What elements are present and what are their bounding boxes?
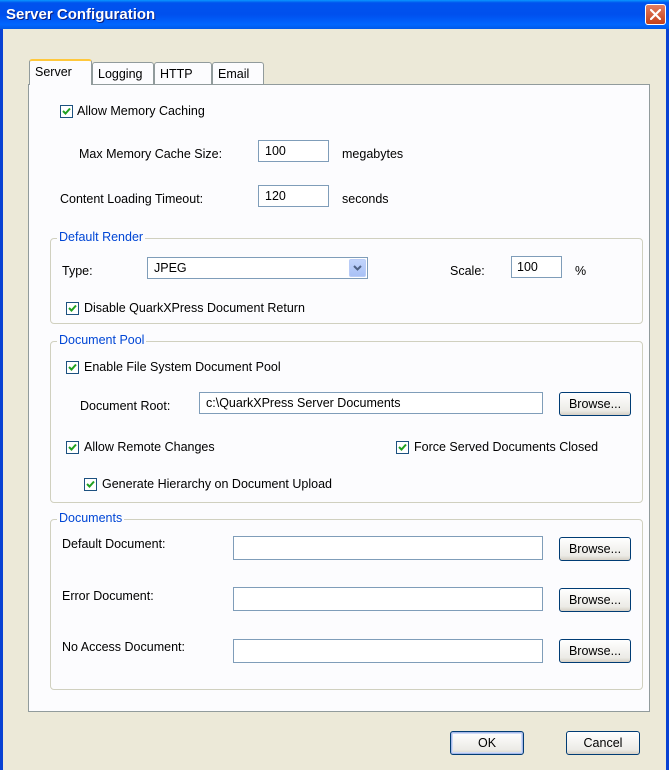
scale-unit: % bbox=[575, 264, 587, 278]
tab-server[interactable]: Server bbox=[29, 59, 92, 85]
allow-remote-changes-label: Allow Remote Changes bbox=[84, 440, 215, 454]
allow-memory-caching-label: Allow Memory Caching bbox=[77, 104, 205, 118]
error-document-label: Error Document: bbox=[62, 589, 154, 603]
no-access-document-input[interactable] bbox=[233, 639, 543, 663]
cancel-button[interactable]: Cancel bbox=[566, 731, 640, 755]
render-type-value: JPEG bbox=[154, 261, 187, 275]
checkmark-icon bbox=[68, 443, 77, 451]
default-render-legend: Default Render bbox=[57, 230, 146, 244]
scale-label: Scale: bbox=[450, 264, 485, 278]
checkmark-icon bbox=[68, 304, 77, 312]
checkmark-icon bbox=[398, 443, 407, 451]
documents-legend: Documents bbox=[57, 511, 125, 525]
no-access-document-browse-button[interactable]: Browse... bbox=[559, 639, 631, 663]
force-documents-closed-label: Force Served Documents Closed bbox=[414, 440, 599, 454]
allow-memory-caching-checkbox[interactable] bbox=[60, 105, 73, 118]
default-document-browse-button[interactable]: Browse... bbox=[559, 537, 631, 561]
render-type-select[interactable]: JPEG bbox=[147, 257, 368, 279]
error-document-browse-button[interactable]: Browse... bbox=[559, 588, 631, 612]
tab-email[interactable]: Email bbox=[212, 62, 264, 84]
content-loading-timeout-unit: seconds bbox=[342, 192, 389, 206]
documents-group: Documents Default Document: Browse... Er… bbox=[50, 511, 643, 690]
enable-document-pool-label: Enable File System Document Pool bbox=[84, 360, 281, 374]
document-root-browse-button[interactable]: Browse... bbox=[559, 392, 631, 416]
chevron-down-icon bbox=[353, 265, 362, 271]
scale-input[interactable]: 100 bbox=[511, 256, 562, 278]
generate-hierarchy-checkbox[interactable] bbox=[84, 478, 97, 491]
max-memory-cache-input[interactable]: 100 bbox=[258, 140, 329, 162]
server-configuration-dialog: Server Configuration Server Logging HTTP… bbox=[0, 0, 669, 770]
checkmark-icon bbox=[62, 107, 71, 115]
error-document-input[interactable] bbox=[233, 587, 543, 611]
checkmark-icon bbox=[68, 363, 77, 371]
default-document-label: Default Document: bbox=[62, 537, 166, 551]
close-button[interactable] bbox=[645, 4, 666, 25]
document-root-label: Document Root: bbox=[80, 399, 171, 413]
dropdown-arrow[interactable] bbox=[349, 259, 366, 277]
no-access-document-label: No Access Document: bbox=[62, 640, 185, 654]
max-memory-cache-label: Max Memory Cache Size: bbox=[79, 147, 223, 161]
default-document-input[interactable] bbox=[233, 536, 543, 560]
disable-document-return-label: Disable QuarkXPress Document Return bbox=[84, 301, 305, 315]
document-pool-legend: Document Pool bbox=[57, 333, 147, 347]
document-pool-group: Document Pool Enable File System Documen… bbox=[50, 333, 643, 503]
disable-document-return-checkbox[interactable] bbox=[66, 302, 79, 315]
title-bar[interactable]: Server Configuration bbox=[0, 0, 669, 29]
close-icon bbox=[650, 9, 661, 20]
tab-panel-server: Allow Memory Caching Max Memory Cache Si… bbox=[28, 84, 650, 712]
ok-button[interactable]: OK bbox=[450, 731, 524, 755]
content-loading-timeout-input[interactable]: 120 bbox=[258, 185, 329, 207]
content-loading-timeout-label: Content Loading Timeout: bbox=[60, 192, 204, 206]
default-render-group: Default Render Type: JPEG Scale: 100 % D… bbox=[50, 230, 643, 324]
checkmark-icon bbox=[86, 480, 95, 488]
window-title: Server Configuration bbox=[6, 6, 156, 23]
generate-hierarchy-label: Generate Hierarchy on Document Upload bbox=[102, 477, 332, 491]
tab-http[interactable]: HTTP bbox=[154, 62, 212, 84]
max-memory-cache-unit: megabytes bbox=[342, 147, 404, 161]
document-root-input[interactable]: c:\QuarkXPress Server Documents bbox=[199, 392, 543, 414]
render-type-label: Type: bbox=[62, 264, 93, 278]
tab-logging[interactable]: Logging bbox=[92, 62, 154, 84]
allow-remote-changes-checkbox[interactable] bbox=[66, 441, 79, 454]
enable-document-pool-checkbox[interactable] bbox=[66, 361, 79, 374]
force-documents-closed-checkbox[interactable] bbox=[396, 441, 409, 454]
